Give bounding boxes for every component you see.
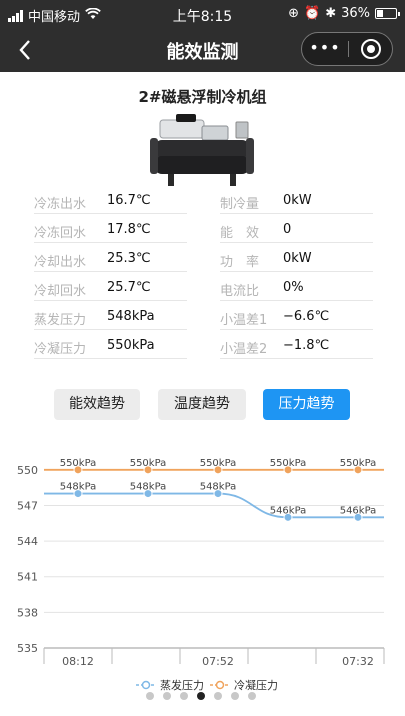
battery-icon <box>375 8 400 19</box>
y-tick-label: 550 <box>17 464 38 477</box>
param-row: 冷冻回水 17.8℃ <box>34 215 187 243</box>
data-label: 548kPa <box>60 482 97 493</box>
tab-pressure[interactable]: 压力趋势 <box>263 389 350 420</box>
x-tick-label: 07:52 <box>202 655 234 668</box>
param-label: 冷冻出水 <box>34 197 87 212</box>
data-label: 548kPa <box>130 482 167 493</box>
param-value: 16.7℃ <box>107 193 151 208</box>
y-tick-label: 547 <box>17 499 38 512</box>
param-row: 蒸发压力 548kPa <box>34 302 187 330</box>
param-label: 功 率 <box>220 255 260 270</box>
y-tick-label: 538 <box>17 606 38 619</box>
data-label: 550kPa <box>130 458 167 469</box>
chart-svg: 535 538 541 544 547 550 08:12 07:52 07:32 548kPa 5… <box>17 458 385 700</box>
status-bar: 中国移动 上午8:15 ⊕ ⏰ ✱ 36% <box>0 0 405 28</box>
pressure-trend-chart: 535 538 541 544 547 550 08:12 07:52 07:32 548kPa 5… <box>0 440 405 705</box>
param-row: 功 率 0kW <box>220 244 373 272</box>
y-tick-label: 541 <box>17 571 38 584</box>
nav-bar: 能效监测 ••• <box>0 28 405 72</box>
param-label: 能 效 <box>220 226 260 241</box>
tab-efficiency[interactable]: 能效趋势 <box>54 389 140 420</box>
x-tick-label: 07:32 <box>342 655 374 668</box>
chiller-machine-image <box>146 112 258 190</box>
status-right: ⊕ ⏰ ✱ 36% <box>288 6 400 21</box>
data-label: 550kPa <box>60 458 97 469</box>
param-label: 蒸发压力 <box>34 313 87 328</box>
param-row: 冷却回水 25.7℃ <box>34 273 187 301</box>
param-row: 冷冻出水 16.7℃ <box>34 186 187 214</box>
param-value: 0kW <box>283 251 312 266</box>
param-value: 17.8℃ <box>107 222 151 237</box>
page-dot <box>163 692 171 700</box>
bluetooth-icon: ✱ <box>325 6 337 21</box>
page-dot <box>197 692 205 700</box>
y-tick-label: 535 <box>17 642 38 655</box>
mini-program-capsule: ••• <box>301 32 393 66</box>
lock-rotation-icon: ⊕ <box>288 6 299 21</box>
param-value: 0 <box>283 222 292 237</box>
tab-temperature[interactable]: 温度趋势 <box>158 389 246 420</box>
param-row: 冷凝压力 550kPa <box>34 331 187 359</box>
param-value: −1.8℃ <box>283 338 330 353</box>
page-dot <box>146 692 154 700</box>
data-label: 550kPa <box>270 458 307 469</box>
param-label: 冷凝压力 <box>34 342 87 357</box>
page-dot <box>214 692 222 700</box>
param-value: 25.7℃ <box>107 280 151 295</box>
param-label: 电流比 <box>220 284 260 299</box>
more-dots-icon[interactable]: ••• <box>302 33 348 65</box>
param-label: 冷冻回水 <box>34 226 87 241</box>
battery-percent: 36% <box>341 6 370 21</box>
param-label: 小温差1 <box>220 313 268 328</box>
page-dot <box>231 692 239 700</box>
legend-marker <box>215 680 225 690</box>
param-value: 25.3℃ <box>107 251 151 266</box>
data-label: 546kPa <box>270 505 307 516</box>
legend-label: 冷凝压力 <box>234 678 278 692</box>
page-dot <box>248 692 256 700</box>
data-label: 550kPa <box>340 458 377 469</box>
x-tick-label: 08:12 <box>62 655 94 668</box>
param-row: 电流比 0% <box>220 273 373 301</box>
param-row: 小温差1 −6.6℃ <box>220 302 373 330</box>
param-row: 小温差2 −1.8℃ <box>220 331 373 359</box>
param-value: 548kPa <box>107 309 155 324</box>
param-value: 550kPa <box>107 338 155 353</box>
param-label: 制冷量 <box>220 197 260 212</box>
param-label: 小温差2 <box>220 342 268 357</box>
legend-label: 蒸发压力 <box>160 678 204 692</box>
battery-fill <box>377 10 383 17</box>
param-value: 0kW <box>283 193 312 208</box>
page-dot <box>180 692 188 700</box>
data-label: 550kPa <box>200 458 237 469</box>
y-tick-label: 544 <box>17 535 38 548</box>
trend-tabs: 能效趋势 温度趋势 压力趋势 <box>0 389 405 421</box>
alarm-icon: ⏰ <box>304 6 321 21</box>
unit-title: 2#磁悬浮制冷机组 <box>138 88 267 106</box>
param-row: 冷却出水 25.3℃ <box>34 244 187 272</box>
param-label: 冷却回水 <box>34 284 87 299</box>
target-circle-icon[interactable] <box>349 33 393 65</box>
param-row: 制冷量 0kW <box>220 186 373 214</box>
param-label: 冷却出水 <box>34 255 87 270</box>
data-label: 546kPa <box>340 505 377 516</box>
param-value: 0% <box>283 280 304 295</box>
param-value: −6.6℃ <box>283 309 330 324</box>
legend-marker <box>141 680 151 690</box>
param-row: 能 效 0 <box>220 215 373 243</box>
data-label: 548kPa <box>200 482 237 493</box>
